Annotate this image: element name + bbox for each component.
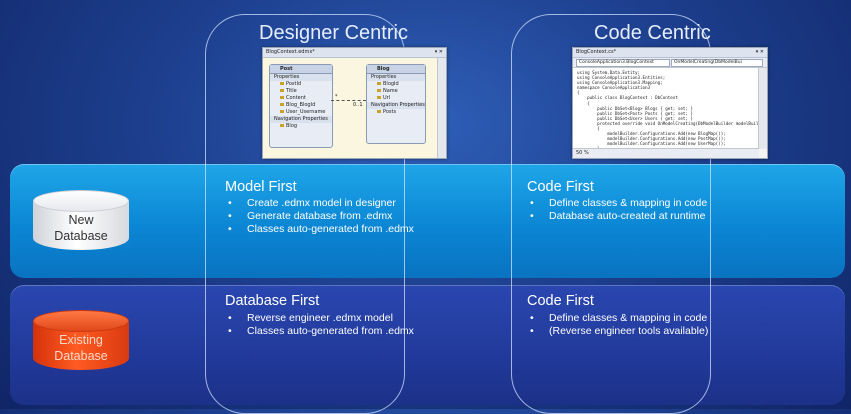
list-item: Create .edmx model in designer (225, 197, 414, 210)
list-item: Classes auto-generated from .edmx (225, 325, 414, 338)
list-item: Define classes & mapping in code (527, 197, 707, 210)
multiplicity-one: 0..1 (353, 102, 363, 108)
database-first-list: Reverse engineer .edmx model Classes aut… (225, 312, 414, 338)
entity-property: PostId (270, 81, 332, 88)
blog-entity[interactable]: Blog Properties BlogId Name Url Navigati… (366, 64, 426, 144)
entity-property: Blog_BlogId (270, 102, 332, 109)
code-first-new-list: Define classes & mapping in code Databas… (527, 197, 707, 223)
list-item: Reverse engineer .edmx model (225, 312, 414, 325)
entity-property: Title (270, 88, 332, 95)
model-first-list: Create .edmx model in designer Generate … (225, 197, 414, 236)
code-editor-window: BlogContext.cs* ▾ ✕ ConsoleApplication3.… (572, 47, 768, 159)
code-tab[interactable]: BlogContext.cs* ▾ ✕ (573, 48, 767, 58)
new-database-label: New Database (54, 213, 108, 243)
entity-property: BlogId (367, 81, 425, 88)
post-entity[interactable]: Post Properties PostId Title Content Blo… (269, 64, 333, 148)
code-centric-title: Code Centric (594, 22, 711, 44)
blog-entity-title: Blog (367, 65, 425, 74)
entity-property: Content (270, 95, 332, 102)
new-database-row (10, 164, 845, 278)
entity-nav-property: Blog (270, 123, 332, 130)
designer-scrollbar[interactable] (437, 58, 446, 158)
list-item: Classes auto-generated from .edmx (225, 223, 414, 236)
code-editor-area[interactable]: using System.Data.Entity; using ConsoleAp… (573, 68, 759, 149)
code-first-existing-list: Define classes & mapping in code (Revers… (527, 312, 708, 338)
code-first-new-title: Code First (527, 179, 594, 195)
list-item: Database auto-created at runtime (527, 210, 707, 223)
code-first-existing-title: Code First (527, 293, 594, 309)
list-item: Generate database from .edmx (225, 210, 414, 223)
code-scrollbar[interactable] (758, 68, 767, 149)
model-first-title: Model First (225, 179, 297, 195)
entity-nav-property: Posts (367, 109, 425, 116)
member-dropdown[interactable]: OnModelCreating(DbModelBui (671, 59, 763, 67)
entity-property: Url (367, 95, 425, 102)
code-navigation-bar: ConsoleApplication3.BlogContext OnModelC… (573, 58, 767, 68)
entity-property: User_Username (270, 109, 332, 116)
existing-database-label: Existing Database (54, 333, 108, 363)
edmx-designer-window: BlogContext.edmx* ▾ ✕ Post Properties Po… (262, 47, 447, 159)
designer-tab[interactable]: BlogContext.edmx* ▾ ✕ (263, 48, 446, 58)
list-item: Define classes & mapping in code (527, 312, 708, 325)
window-controls-icon: ▾ ✕ (755, 49, 764, 55)
association-line (331, 100, 366, 101)
zoom-level[interactable]: 50 % (573, 148, 759, 158)
entity-property: Name (367, 88, 425, 95)
multiplicity-many: * (335, 94, 338, 100)
designer-canvas[interactable]: Post Properties PostId Title Content Blo… (263, 58, 438, 158)
database-first-title: Database First (225, 293, 320, 309)
post-entity-title: Post (270, 65, 332, 74)
list-item: (Reverse engineer tools available) (527, 325, 708, 338)
type-dropdown[interactable]: ConsoleApplication3.BlogContext (576, 59, 670, 67)
window-controls-icon: ▾ ✕ (434, 49, 443, 55)
existing-database-row (10, 285, 845, 405)
designer-centric-title: Designer Centric (259, 22, 408, 44)
